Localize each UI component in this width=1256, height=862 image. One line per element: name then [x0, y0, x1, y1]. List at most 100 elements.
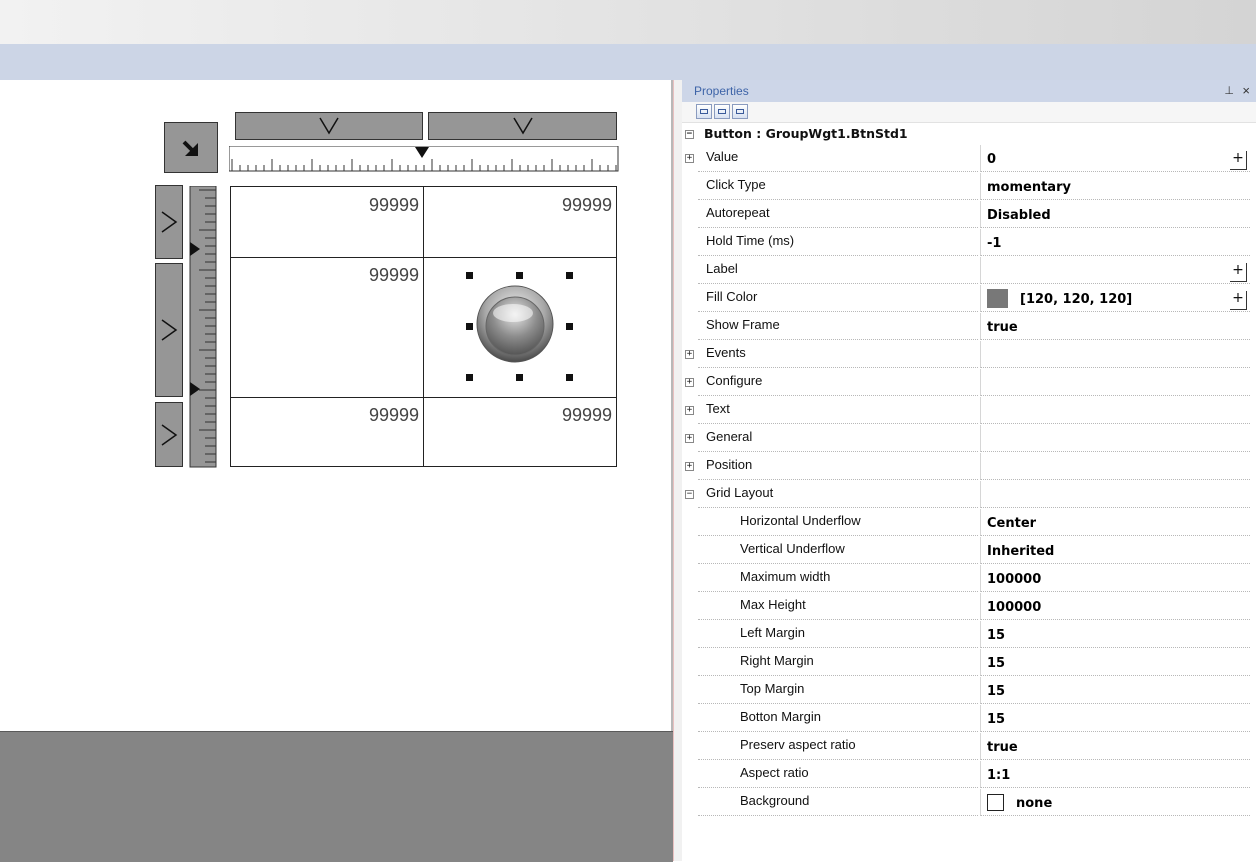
property-value[interactable]: Inherited [980, 537, 1250, 564]
property-value[interactable]: 100000 [980, 593, 1250, 620]
property-row[interactable]: Preserv aspect ratio true [682, 733, 1256, 761]
collapse-icon[interactable]: − [685, 130, 694, 139]
property-pages-icon[interactable] [732, 104, 748, 119]
categorized-icon[interactable] [696, 104, 712, 119]
property-label: Right Margin [698, 649, 978, 676]
pin-icon[interactable]: ⊥ [1224, 80, 1234, 102]
property-row[interactable]: Show Frame true [682, 313, 1256, 341]
property-row[interactable]: Vertical Underflow Inherited [682, 537, 1256, 565]
resize-handle[interactable] [466, 374, 473, 381]
property-row[interactable]: − Grid Layout [682, 481, 1256, 509]
resize-handle[interactable] [516, 272, 523, 279]
expand-value-button[interactable]: + [1230, 263, 1247, 282]
property-value[interactable]: momentary [980, 173, 1250, 200]
property-value[interactable] [980, 397, 1250, 424]
property-row[interactable]: + Position [682, 453, 1256, 481]
expand-value-button[interactable]: + [1230, 151, 1247, 170]
expand-icon[interactable]: + [685, 434, 694, 443]
row-expand-button-3[interactable] [155, 402, 183, 467]
property-value[interactable] [980, 341, 1250, 368]
horizontal-ruler[interactable] [229, 146, 619, 172]
property-value[interactable]: true [980, 313, 1250, 340]
panel-splitter[interactable] [673, 80, 682, 861]
property-row[interactable]: Botton Margin 15 [682, 705, 1256, 733]
property-value[interactable] [980, 425, 1250, 452]
property-row[interactable]: Click Type momentary [682, 173, 1256, 201]
property-label: Top Margin [698, 677, 978, 704]
expand-value-button[interactable]: + [1230, 291, 1247, 310]
alphabetical-icon[interactable] [714, 104, 730, 119]
property-value-text: none [1016, 796, 1053, 811]
grid-cell-value[interactable]: 99999 [231, 195, 419, 216]
grid-cell-value[interactable]: 99999 [424, 405, 612, 426]
property-row[interactable]: Aspect ratio 1:1 [682, 761, 1256, 789]
property-value[interactable]: none [980, 789, 1250, 816]
property-row[interactable]: Maximum width 100000 [682, 565, 1256, 593]
column-dropdown-button-2[interactable] [428, 112, 617, 140]
grid-cell-value[interactable]: 99999 [231, 405, 419, 426]
property-value[interactable]: -1 [980, 229, 1250, 256]
vertical-ruler[interactable] [189, 186, 217, 468]
property-value[interactable] [980, 369, 1250, 396]
properties-object-header[interactable]: − Button : GroupWgt1.BtnStd1 [682, 123, 1256, 145]
resize-handle[interactable] [566, 272, 573, 279]
collapse-icon[interactable]: − [685, 490, 694, 499]
resize-handle[interactable] [516, 374, 523, 381]
property-value[interactable]: true [980, 733, 1250, 760]
property-value[interactable]: Center [980, 509, 1250, 536]
resize-handle[interactable] [566, 374, 573, 381]
chevron-right-icon [161, 424, 178, 446]
property-value-text: 0 [987, 152, 997, 167]
property-label: Value [698, 145, 978, 172]
grid-layout[interactable]: 99999 99999 99999 99999 99999 [230, 186, 617, 467]
grid-cell-value[interactable]: 99999 [424, 195, 612, 216]
property-row[interactable]: Horizontal Underflow Center [682, 509, 1256, 537]
grid-cell-value[interactable]: 99999 [231, 265, 419, 286]
property-value[interactable]: 1:1 [980, 761, 1250, 788]
property-row[interactable]: Background none [682, 789, 1256, 817]
property-row[interactable]: + Value 0 + [682, 145, 1256, 173]
property-row[interactable]: Left Margin 15 [682, 621, 1256, 649]
property-value[interactable]: Disabled [980, 201, 1250, 228]
property-row[interactable]: + General [682, 425, 1256, 453]
property-row[interactable]: Fill Color [120, 120, 120] + [682, 285, 1256, 313]
property-value-text: 15 [987, 684, 1006, 699]
resize-handle[interactable] [566, 323, 573, 330]
canvas-outside-area [0, 731, 673, 862]
property-value[interactable]: 15 [980, 677, 1250, 704]
row-expand-button-2[interactable] [155, 263, 183, 397]
close-icon[interactable]: × [1242, 80, 1250, 102]
property-value[interactable] [980, 453, 1250, 480]
expand-icon[interactable]: + [685, 406, 694, 415]
property-label: Text [698, 397, 978, 424]
property-value[interactable]: 0 + [980, 145, 1250, 172]
property-row[interactable]: + Text [682, 397, 1256, 425]
property-label: Label [698, 257, 978, 284]
row-expand-button-1[interactable] [155, 185, 183, 259]
expand-icon[interactable]: + [685, 462, 694, 471]
property-value[interactable] [980, 481, 1250, 508]
property-row[interactable]: + Events [682, 341, 1256, 369]
property-row[interactable]: Top Margin 15 [682, 677, 1256, 705]
column-dropdown-button-1[interactable] [235, 112, 423, 140]
expand-icon[interactable]: + [685, 350, 694, 359]
corner-scroll-button[interactable] [164, 122, 218, 173]
property-label: General [698, 425, 978, 452]
property-row[interactable]: Hold Time (ms) -1 [682, 229, 1256, 257]
expand-icon[interactable]: + [685, 154, 694, 163]
property-value[interactable]: 15 [980, 649, 1250, 676]
property-row[interactable]: Right Margin 15 [682, 649, 1256, 677]
property-value[interactable]: 15 [980, 705, 1250, 732]
property-value[interactable]: 15 [980, 621, 1250, 648]
resize-handle[interactable] [466, 272, 473, 279]
property-value[interactable]: + [980, 257, 1250, 284]
resize-handle[interactable] [466, 323, 473, 330]
property-row[interactable]: Max Height 100000 [682, 593, 1256, 621]
selected-button-widget[interactable] [463, 271, 569, 379]
property-row[interactable]: Autorepeat Disabled [682, 201, 1256, 229]
expand-icon[interactable]: + [685, 378, 694, 387]
property-row[interactable]: + Configure [682, 369, 1256, 397]
property-value[interactable]: 100000 [980, 565, 1250, 592]
property-row[interactable]: Label + [682, 257, 1256, 285]
property-value[interactable]: [120, 120, 120] + [980, 285, 1250, 312]
